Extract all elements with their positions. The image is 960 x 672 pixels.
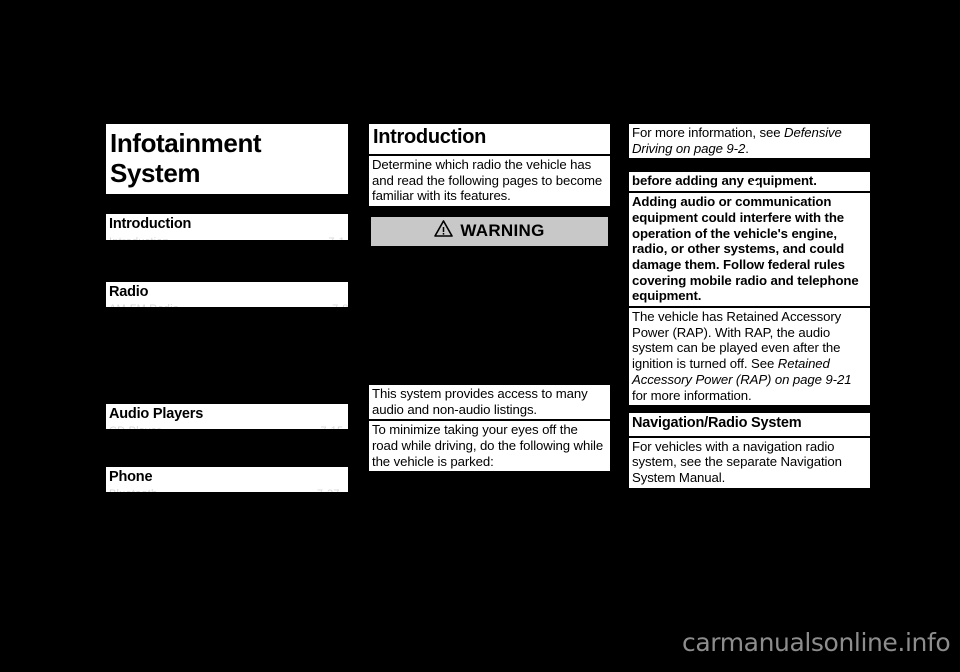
- system-access-paragraph: This system provides access to many audi…: [369, 384, 610, 420]
- rap-text-tail: for more information.: [632, 387, 752, 403]
- adding-equipment-warning-paragraph: Adding audio or communication equipment …: [629, 193, 870, 307]
- middle-column: Introduction Determine which radio the v…: [369, 124, 610, 472]
- before-adding-equipment-fragment: before adding any equipment.: [629, 172, 870, 192]
- watermark: carmanualsonline.info: [682, 628, 951, 657]
- toc-entry-introduction[interactable]: Introduction . . . . . . . . . . . . . .…: [106, 236, 348, 240]
- toc-heading-audio-players[interactable]: Audio Players: [106, 403, 348, 427]
- toc-entry-audio-players[interactable]: CD Player . . . . . . . . . . . . . . . …: [106, 426, 348, 430]
- retained-accessory-power-paragraph: The vehicle has Retained Accessory Power…: [629, 308, 870, 406]
- toc-heading-introduction[interactable]: Introduction: [106, 214, 348, 237]
- page-title-line-2: System: [110, 158, 201, 189]
- manual-page: Infotainment System Introduction Introdu…: [0, 0, 960, 672]
- scan-artifact-speck: [752, 181, 757, 184]
- warning-label: WARNING: [460, 221, 545, 241]
- intro-paragraph: Determine which radio the vehicle has an…: [369, 155, 610, 206]
- toc-heading-phone[interactable]: Phone: [106, 467, 348, 490]
- more-information-suffix: .: [745, 140, 749, 156]
- toc-heading-radio[interactable]: Radio: [106, 281, 348, 304]
- toc-entry-radio[interactable]: AM-FM Radio . . . . . . . . . . . . . . …: [106, 303, 348, 307]
- more-information-paragraph: For more information, see Defensive Driv…: [629, 124, 870, 159]
- warning-banner: WARNING: [369, 214, 610, 248]
- section-heading-introduction: Introduction: [369, 124, 610, 154]
- toc-entry-phone[interactable]: Bluetooth . . . . . . . . . . . . . . . …: [106, 489, 348, 493]
- more-information-prefix: For more information, see: [632, 125, 785, 140]
- left-column: Infotainment System Introduction Introdu…: [106, 124, 348, 493]
- warning-triangle-icon: [434, 220, 454, 242]
- right-column: For more information, see Defensive Driv…: [629, 124, 870, 488]
- page-title: Infotainment System: [106, 124, 348, 195]
- navigation-radio-system-heading: Navigation/Radio System: [629, 413, 870, 436]
- minimize-eyes-paragraph: To minimize taking your eyes off the roa…: [369, 421, 610, 472]
- navigation-radio-system-paragraph: For vehicles with a navigation radio sys…: [629, 437, 870, 488]
- page-title-line-1: Infotainment: [110, 128, 262, 158]
